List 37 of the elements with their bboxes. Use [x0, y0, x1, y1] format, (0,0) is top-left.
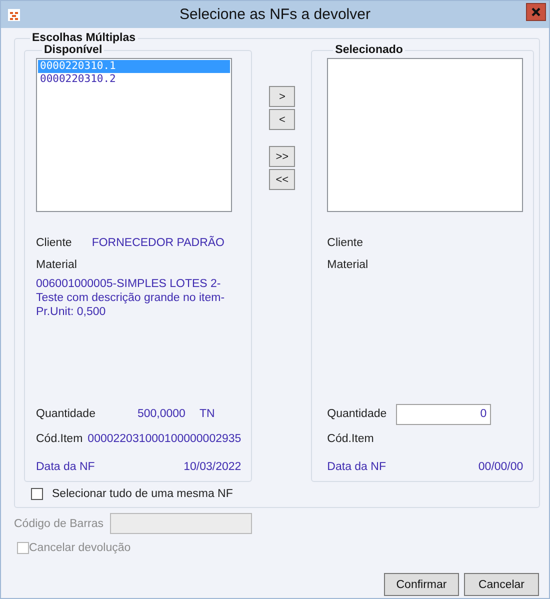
field-label: Cliente [36, 237, 72, 249]
quantity-field[interactable]: 0 [396, 404, 491, 424]
checkbox-label[interactable]: Selecionar tudo de uma mesma NF [52, 488, 233, 500]
checkbox[interactable] [31, 488, 43, 500]
unit-value: TN [199, 408, 215, 420]
panel-title: Selecionado [334, 44, 404, 56]
transfer-button[interactable]: >> [269, 146, 296, 167]
panel-title: Disponível [43, 44, 104, 56]
field-value: FORNECEDOR PADRÃO [92, 237, 225, 249]
field-label: Material [36, 259, 77, 271]
close-button[interactable] [526, 3, 546, 21]
transfer-button[interactable]: > [269, 86, 296, 107]
dialog-button[interactable]: Confirmar [384, 573, 459, 596]
group-title: Escolhas Múltiplas [31, 32, 137, 44]
list-box[interactable]: 0000220310.1 0000220310.2 [36, 58, 232, 212]
app-icon [8, 8, 20, 20]
field-label: Quantidade [327, 408, 387, 420]
field-label: Cód.Item [36, 433, 83, 445]
field-label: Data da NF [327, 461, 386, 473]
list-box[interactable] [327, 58, 524, 212]
field-label: Código de Barras [14, 518, 104, 530]
field-label: Cliente [327, 237, 363, 249]
close-icon [531, 7, 541, 17]
field-value: 10/03/2022 [184, 461, 242, 473]
field-value: 500,0000 [137, 408, 186, 420]
window-title: Selecione as NFs a devolver [180, 6, 370, 23]
field-value: 00/00/00 [478, 461, 524, 473]
transfer-button[interactable]: << [269, 169, 296, 190]
transfer-button[interactable]: < [269, 109, 296, 130]
field-value: 000022031000100000002935 [88, 433, 242, 445]
list-item[interactable]: 0000220310.2 [38, 73, 230, 86]
dialog-button[interactable]: Cancelar [464, 573, 539, 596]
field-label: Data da NF [36, 461, 95, 473]
material-description: 006001000005-SIMPLES LOTES 2-Teste com descrição grande no item- Pr.Unit: 0,500 [36, 277, 226, 319]
field-label: Quantidade [36, 408, 96, 420]
field-label: Material [327, 259, 368, 271]
field-label: Cód.Item [327, 433, 374, 445]
